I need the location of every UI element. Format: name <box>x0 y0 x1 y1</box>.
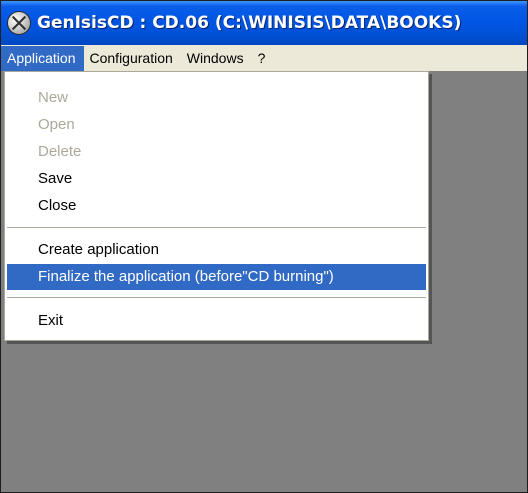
menu-item-finalize-application[interactable]: Finalize the application (before"CD burn… <box>7 264 426 290</box>
menu-item-new[interactable]: New <box>7 85 426 111</box>
menu-item-create-application[interactable]: Create application <box>7 237 426 263</box>
menu-bar: Application Configuration Windows ? <box>1 45 527 71</box>
title-bar[interactable]: GenIsisCD : CD.06 (C:\WINISIS\DATA\BOOKS… <box>1 1 527 45</box>
menu-help[interactable]: ? <box>252 46 274 71</box>
app-window: GenIsisCD : CD.06 (C:\WINISIS\DATA\BOOKS… <box>0 0 528 493</box>
menu-separator <box>7 227 426 231</box>
menu-item-close[interactable]: Close <box>7 193 426 219</box>
menu-application[interactable]: Application <box>1 45 84 71</box>
application-dropdown-menu: New Open Delete Save Close Create applic… <box>4 71 429 341</box>
app-globe-icon[interactable] <box>7 11 31 35</box>
menu-separator <box>7 297 426 301</box>
menu-windows[interactable]: Windows <box>181 46 252 71</box>
menu-item-save[interactable]: Save <box>7 166 426 192</box>
window-title: GenIsisCD : CD.06 (C:\WINISIS\DATA\BOOKS… <box>37 13 462 33</box>
menu-item-open[interactable]: Open <box>7 112 426 138</box>
menu-item-delete[interactable]: Delete <box>7 139 426 165</box>
menu-configuration[interactable]: Configuration <box>84 46 181 71</box>
menu-item-exit[interactable]: Exit <box>7 308 426 334</box>
